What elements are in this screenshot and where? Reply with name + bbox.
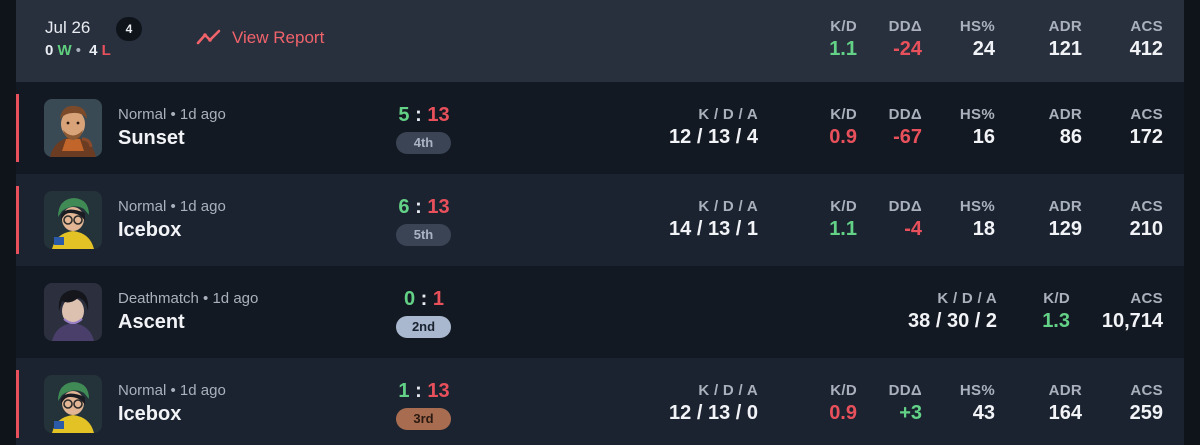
summary-acs: ACS 412	[1129, 18, 1163, 60]
summary-kd: K/D 1.1	[829, 18, 857, 60]
match-acs: ACS 172	[1129, 106, 1163, 148]
match-hs: HS% 43	[959, 382, 995, 424]
summary-adr: ADR 121	[1048, 18, 1082, 60]
match-dd: DDΔ -67	[888, 106, 922, 148]
map-name: Ascent	[118, 311, 185, 333]
match-score: 6 : 13	[398, 196, 450, 218]
agent-portrait-icon	[44, 99, 102, 157]
frame-right	[1184, 0, 1200, 445]
losses-count: 4	[89, 42, 98, 59]
day-summary-header: Jul 26 4 0 W • 4 L View Report K/D 1.1 DD…	[16, 0, 1184, 82]
match-acs: ACS 10,714	[1101, 290, 1163, 332]
match-mode: Normal • 1d ago	[118, 198, 226, 215]
match-hs: HS% 18	[959, 198, 995, 240]
match-kd: K/D 1.3	[1042, 290, 1070, 332]
map-name: Icebox	[118, 403, 182, 425]
match-kda: K / D / A 14 / 13 / 1	[669, 198, 758, 240]
match-acs: ACS 210	[1129, 198, 1163, 240]
summary-hs: HS% 24	[959, 18, 995, 60]
match-count-badge: 4	[116, 17, 142, 41]
win-loss-record: 0 W • 4 L	[45, 42, 111, 59]
summary-date: Jul 26	[45, 18, 91, 37]
map-name: Icebox	[118, 219, 182, 241]
loss-indicator	[16, 186, 19, 254]
view-report-button[interactable]: View Report	[196, 28, 324, 48]
match-kda: K / D / A 38 / 30 / 2	[908, 290, 997, 332]
match-kd: K/D 0.9	[829, 382, 857, 424]
match-score: 0 : 1	[403, 288, 445, 310]
view-report-label: View Report	[232, 28, 325, 47]
match-score: 5 : 13	[398, 104, 450, 126]
wins-suffix: W	[57, 42, 72, 59]
match-mode: Deathmatch • 1d ago	[118, 290, 259, 307]
match-row[interactable]: Normal • 1d ago Icebox 1 : 13 3rd K / D …	[16, 358, 1184, 445]
match-kd: K/D 1.1	[829, 198, 857, 240]
match-score: 1 : 13	[398, 380, 450, 402]
match-dd: DDΔ -4	[888, 198, 922, 240]
losses-suffix: L	[101, 42, 111, 59]
match-row[interactable]: Deathmatch • 1d ago Ascent 0 : 1 2nd K /…	[16, 266, 1184, 358]
match-kda: K / D / A 12 / 13 / 0	[669, 382, 758, 424]
agent-portrait-icon	[44, 375, 102, 433]
match-adr: ADR 129	[1048, 198, 1082, 240]
trend-line-icon	[196, 29, 221, 45]
wins-count: 0	[45, 42, 54, 59]
placement-badge: 2nd	[396, 316, 451, 338]
loss-indicator	[16, 94, 19, 162]
match-kda: K / D / A 12 / 13 / 4	[669, 106, 758, 148]
match-mode: Normal • 1d ago	[118, 382, 226, 399]
match-hs: HS% 16	[959, 106, 995, 148]
match-row[interactable]: Normal • 1d ago Icebox 6 : 13 5th K / D …	[16, 174, 1184, 266]
frame-left	[0, 0, 16, 445]
placement-badge: 4th	[396, 132, 451, 154]
match-acs: ACS 259	[1129, 382, 1163, 424]
match-dd: DDΔ +3	[888, 382, 922, 424]
match-mode: Normal • 1d ago	[118, 106, 226, 123]
match-adr: ADR 86	[1048, 106, 1082, 148]
match-adr: ADR 164	[1048, 382, 1082, 424]
match-kd: K/D 0.9	[829, 106, 857, 148]
loss-indicator	[16, 370, 19, 438]
summary-dd: DDΔ -24	[888, 18, 922, 60]
match-row[interactable]: Normal • 1d ago Sunset 5 : 13 4th K / D …	[16, 82, 1184, 174]
agent-portrait-icon	[44, 191, 102, 249]
placement-badge: 3rd	[396, 408, 451, 430]
placement-badge: 5th	[396, 224, 451, 246]
map-name: Sunset	[118, 127, 185, 149]
agent-portrait-icon	[44, 283, 102, 341]
